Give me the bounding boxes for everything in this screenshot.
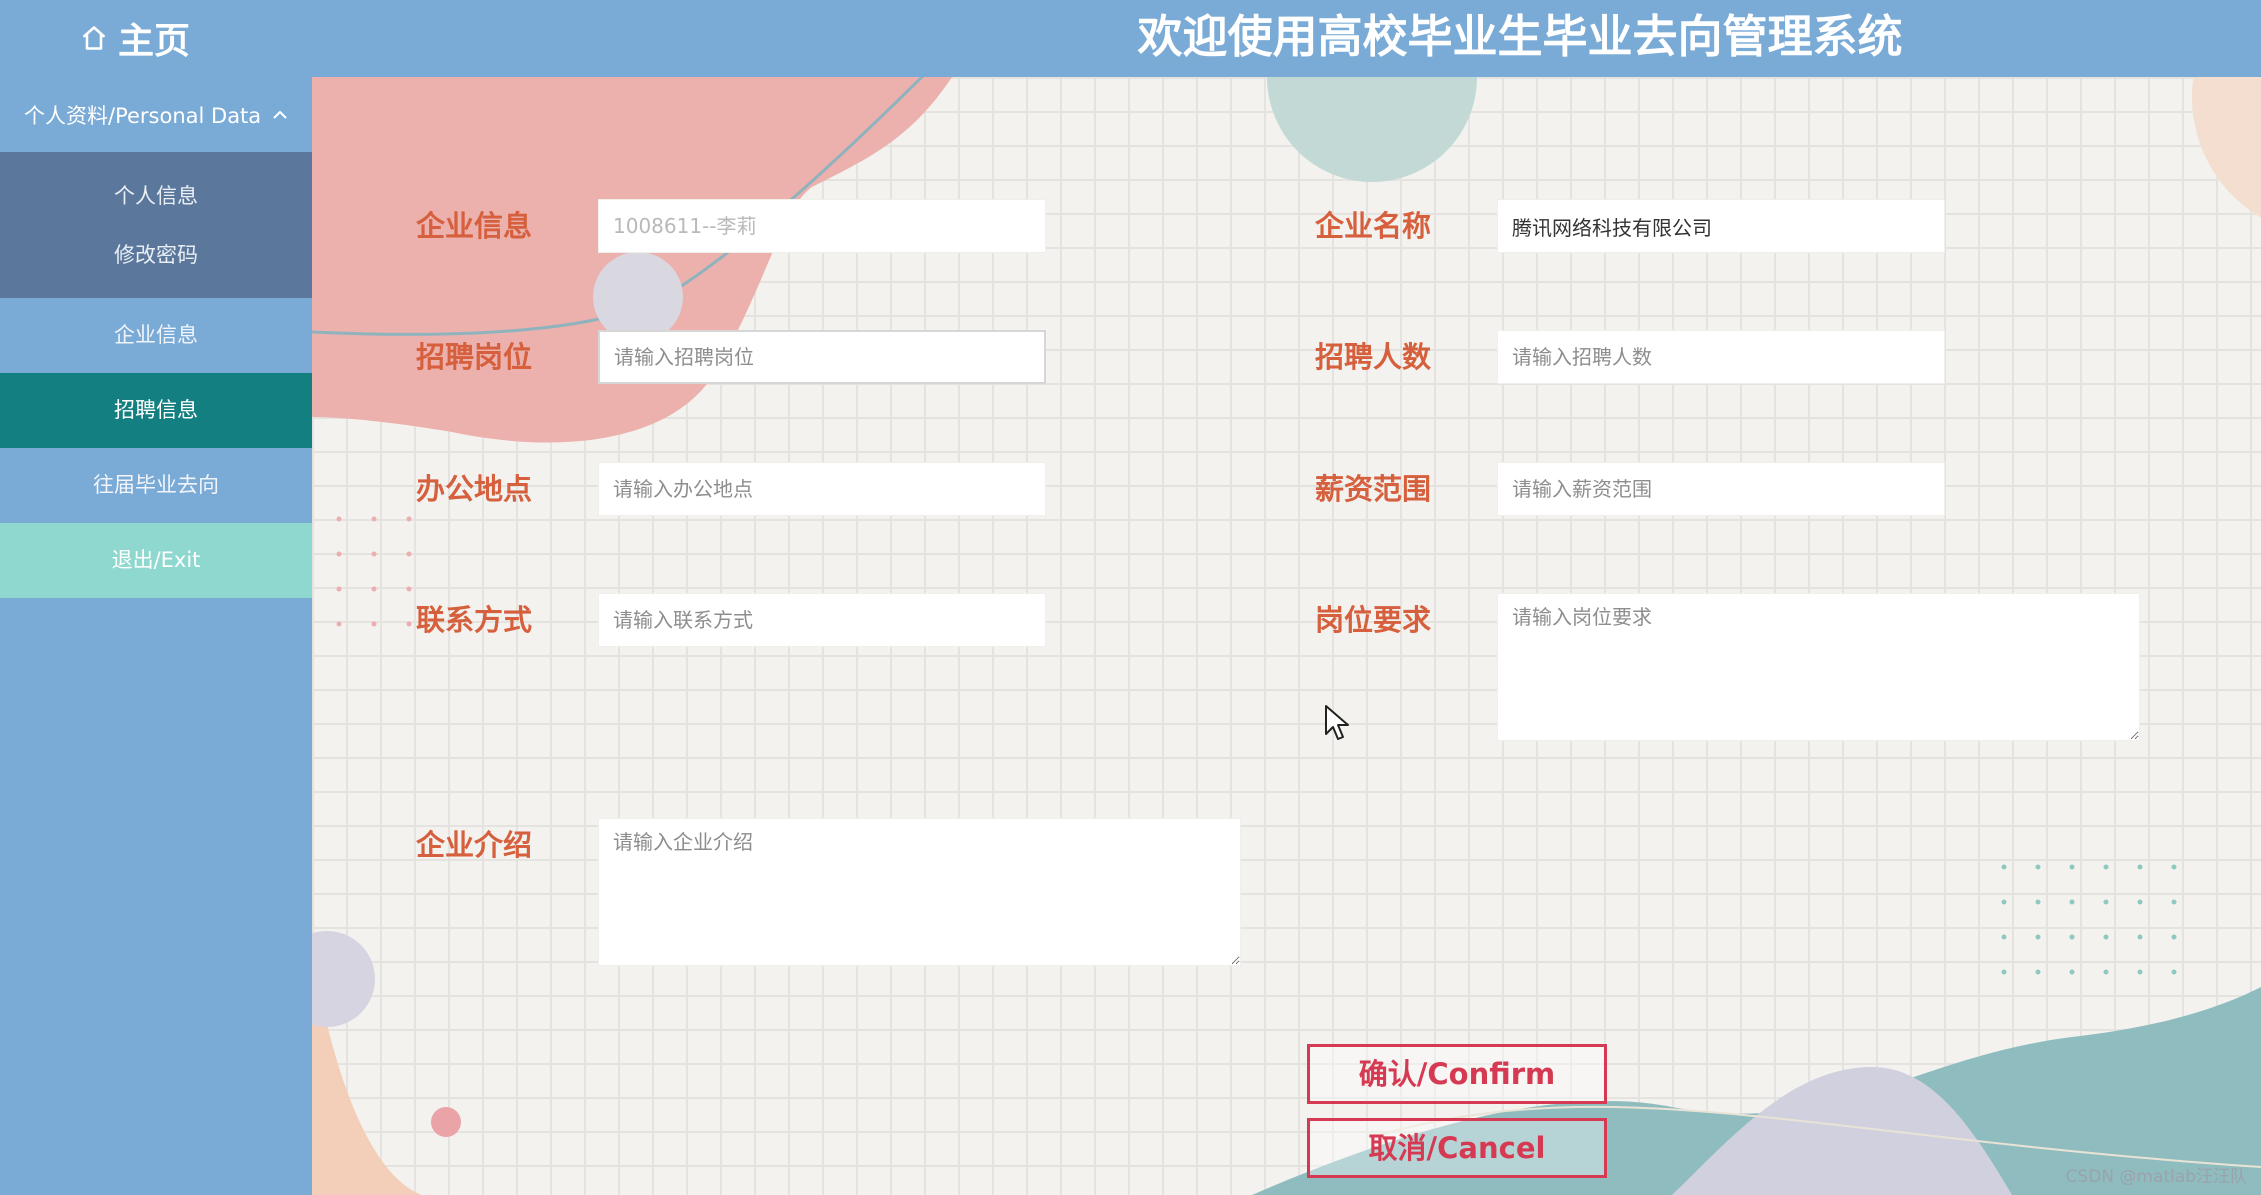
home-link[interactable]: 主页 [80, 8, 190, 68]
sidebar-submenu: 个人信息 修改密码 [0, 152, 312, 298]
sidebar-item-recruitment-info[interactable]: 招聘信息 [0, 373, 312, 448]
sidebar-item-personal-info[interactable]: 个人信息 [0, 167, 312, 226]
cancel-button[interactable]: 取消/Cancel [1307, 1118, 1607, 1178]
intro-textarea[interactable] [598, 818, 1241, 966]
confirm-button[interactable]: 确认/Confirm [1307, 1044, 1607, 1104]
sidebar-item-past-graduates[interactable]: 往届毕业去向 [0, 448, 312, 523]
salary-field[interactable] [1497, 462, 1945, 516]
requirements-textarea[interactable] [1497, 593, 2140, 741]
sidebar-group-personal-data[interactable]: 个人资料/Personal Data [0, 77, 312, 152]
sidebar-group-label: 个人资料/Personal Data [24, 103, 262, 128]
mouse-pointer-icon [1325, 705, 1349, 740]
company-name-field[interactable] [1497, 199, 1945, 253]
chevron-up-icon [273, 110, 287, 119]
sidebar-item-exit[interactable]: 退出/Exit [0, 523, 312, 598]
company-info-field[interactable] [598, 199, 1046, 253]
company-name-label: 企业名称 [1315, 209, 1432, 243]
home-label: 主页 [118, 21, 191, 62]
salary-label: 薪资范围 [1315, 472, 1432, 506]
top-header: 主页 欢迎使用高校毕业生毕业去向管理系统 [0, 0, 2261, 77]
contact-label: 联系方式 [416, 603, 533, 637]
sidebar-item-change-password[interactable]: 修改密码 [0, 226, 312, 285]
headcount-label: 招聘人数 [1315, 340, 1432, 374]
requirements-label: 岗位要求 [1315, 603, 1432, 637]
office-label: 办公地点 [416, 472, 533, 506]
intro-label: 企业介绍 [416, 828, 533, 862]
headcount-field[interactable] [1497, 330, 1945, 384]
sidebar: 个人资料/Personal Data 个人信息 修改密码 企业信息 招聘信息 往… [0, 77, 312, 1195]
sidebar-item-company-info[interactable]: 企业信息 [0, 298, 312, 373]
page-title: 欢迎使用高校毕业生毕业去向管理系统 [1137, 10, 1903, 63]
position-field[interactable] [598, 330, 1046, 384]
watermark: CSDN @matlab汪汪队 [2065, 1167, 2247, 1187]
position-label: 招聘岗位 [416, 340, 533, 374]
main-content: 企业信息 企业名称 招聘岗位 招聘人数 办公地点 薪资范围 联系方式 岗位要求 … [312, 77, 2261, 1195]
app-window: 主页 欢迎使用高校毕业生毕业去向管理系统 个人资料/Personal Data … [0, 0, 2261, 1195]
contact-field[interactable] [598, 593, 1046, 647]
company-info-label: 企业信息 [416, 209, 533, 243]
office-field[interactable] [598, 462, 1046, 516]
home-icon [82, 26, 106, 50]
